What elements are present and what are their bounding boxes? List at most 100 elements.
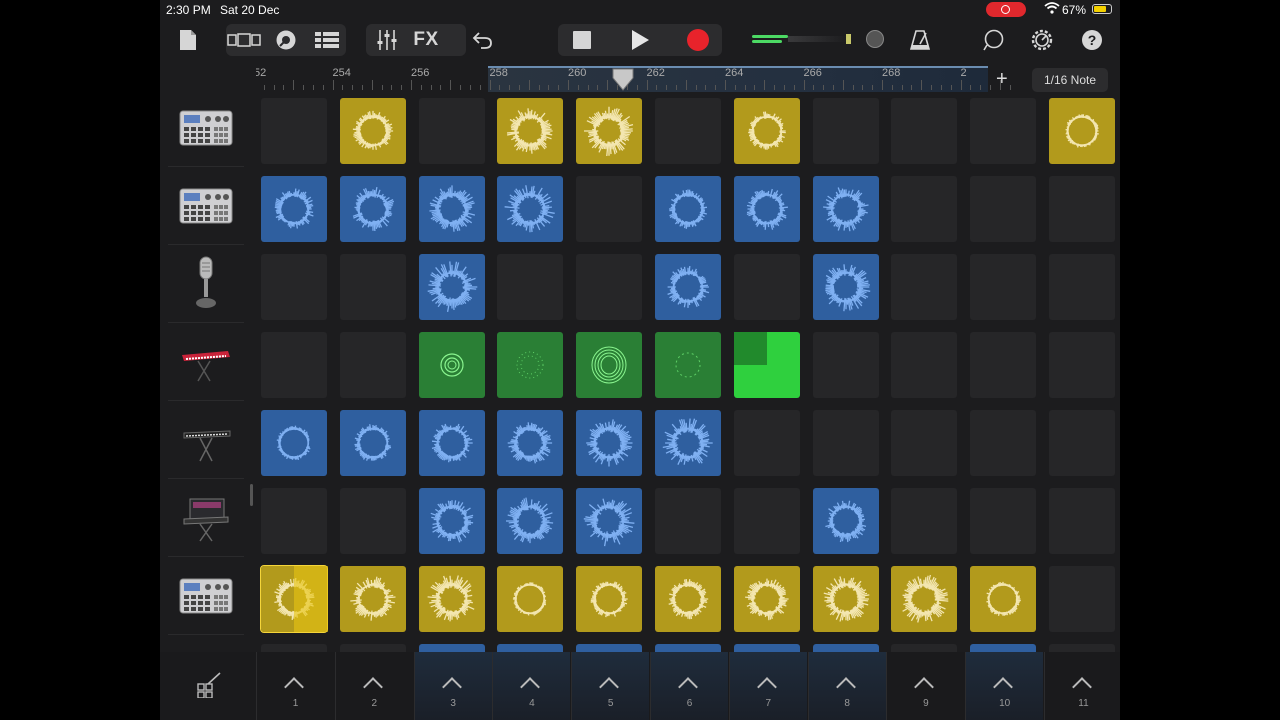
loop-cell[interactable] [576, 566, 643, 632]
empty-cell[interactable] [1049, 254, 1115, 320]
edit-cells-icon[interactable] [196, 672, 222, 699]
loop-cell[interactable] [812, 176, 879, 242]
timeline-ruler[interactable]: 52 254 256 258 260 262 264 266 268 2 [256, 66, 1016, 92]
loop-cell[interactable] [576, 644, 643, 652]
loop-cell[interactable] [733, 176, 800, 242]
column-trigger-4[interactable]: 4 [492, 652, 571, 720]
loop-cell[interactable] [655, 566, 721, 632]
empty-cell[interactable] [576, 176, 643, 242]
record-icon[interactable] [680, 24, 716, 56]
loop-cell[interactable] [655, 644, 721, 652]
empty-cell[interactable] [339, 644, 406, 652]
track-instrument-6[interactable] [168, 482, 244, 557]
column-trigger-7[interactable]: 7 [728, 652, 807, 720]
empty-cell[interactable] [970, 332, 1037, 398]
empty-cell[interactable] [812, 410, 879, 476]
loop-cell[interactable] [497, 644, 564, 652]
loop-cell[interactable] [261, 176, 327, 242]
column-trigger-8[interactable]: 8 [807, 652, 886, 720]
empty-cell[interactable] [891, 332, 958, 398]
loop-cell[interactable] [497, 566, 564, 632]
column-trigger-3[interactable]: 3 [413, 652, 492, 720]
empty-cell[interactable] [970, 488, 1037, 554]
loop-cell[interactable] [497, 98, 564, 164]
loop-cell[interactable] [418, 176, 485, 242]
column-trigger-2[interactable]: 2 [334, 652, 413, 720]
empty-cell[interactable] [970, 254, 1037, 320]
loop-cell[interactable] [1049, 98, 1115, 164]
play-icon[interactable] [622, 24, 658, 56]
loop-cell[interactable] [970, 566, 1037, 632]
empty-cell[interactable] [1049, 644, 1115, 652]
sidebar-resize-handle[interactable] [250, 484, 253, 506]
empty-cell[interactable] [261, 488, 327, 554]
empty-cell[interactable] [733, 254, 800, 320]
empty-cell[interactable] [339, 332, 406, 398]
loop-cell[interactable] [339, 176, 406, 242]
empty-cell[interactable] [655, 488, 721, 554]
track-instrument-3[interactable] [168, 248, 244, 323]
track-instrument-1[interactable] [168, 92, 244, 167]
playhead-icon[interactable] [612, 68, 634, 91]
loop-cell[interactable] [576, 410, 643, 476]
empty-cell[interactable] [891, 644, 958, 652]
mixer-icon[interactable] [370, 24, 404, 56]
loop-cell[interactable] [655, 410, 721, 476]
loop-cell[interactable] [497, 332, 564, 398]
empty-cell[interactable] [970, 176, 1037, 242]
column-trigger-11[interactable]: 11 [1044, 652, 1120, 720]
loop-cell[interactable] [339, 566, 406, 632]
empty-cell[interactable] [497, 254, 564, 320]
empty-cell[interactable] [1049, 566, 1115, 632]
column-trigger-10[interactable]: 10 [965, 652, 1044, 720]
settings-icon[interactable] [1026, 24, 1058, 56]
loop-cell[interactable] [576, 98, 643, 164]
empty-cell[interactable] [1049, 176, 1115, 242]
loop-cell[interactable] [576, 488, 643, 554]
empty-cell[interactable] [1049, 332, 1115, 398]
empty-cell[interactable] [576, 254, 643, 320]
loop-cell[interactable] [812, 488, 879, 554]
quantize-button[interactable]: 1/16 Note [1032, 68, 1108, 92]
browser-icon[interactable] [270, 24, 302, 56]
loop-cell[interactable] [812, 644, 879, 652]
undo-icon[interactable] [466, 24, 498, 56]
loop-cell[interactable] [576, 332, 643, 398]
loop-cell[interactable] [418, 332, 485, 398]
empty-cell[interactable] [891, 488, 958, 554]
loop-cell[interactable] [497, 176, 564, 242]
empty-cell[interactable] [339, 254, 406, 320]
empty-cell[interactable] [261, 332, 327, 398]
empty-cell[interactable] [655, 98, 721, 164]
empty-cell[interactable] [970, 410, 1037, 476]
empty-cell[interactable] [1049, 410, 1115, 476]
empty-cell[interactable] [733, 488, 800, 554]
loop-cell[interactable] [418, 488, 485, 554]
metronome-icon[interactable] [904, 24, 936, 56]
loop-cell[interactable] [260, 565, 328, 633]
empty-cell[interactable] [891, 254, 958, 320]
empty-cell[interactable] [1049, 488, 1115, 554]
loop-cell[interactable] [261, 410, 327, 476]
empty-cell[interactable] [261, 98, 327, 164]
loop-cell[interactable] [655, 176, 721, 242]
loop-cell[interactable] [733, 332, 800, 398]
loop-browser-icon[interactable] [978, 24, 1010, 56]
column-trigger-9[interactable]: 9 [886, 652, 964, 720]
loop-cell[interactable] [418, 410, 485, 476]
stop-icon[interactable] [564, 24, 600, 56]
loop-cell[interactable] [418, 644, 485, 652]
loop-cell[interactable] [339, 410, 406, 476]
track-instrument-2[interactable] [168, 170, 244, 245]
empty-cell[interactable] [418, 98, 485, 164]
add-section-button[interactable]: + [996, 68, 1008, 91]
column-trigger-6[interactable]: 6 [650, 652, 728, 720]
column-trigger-5[interactable]: 5 [571, 652, 650, 720]
loop-cell[interactable] [970, 644, 1037, 652]
loop-cell[interactable] [497, 488, 564, 554]
loop-cell[interactable] [339, 98, 406, 164]
loop-cell[interactable] [497, 410, 564, 476]
loop-cell[interactable] [655, 254, 721, 320]
empty-cell[interactable] [812, 98, 879, 164]
fx-button[interactable]: FX [408, 24, 444, 56]
